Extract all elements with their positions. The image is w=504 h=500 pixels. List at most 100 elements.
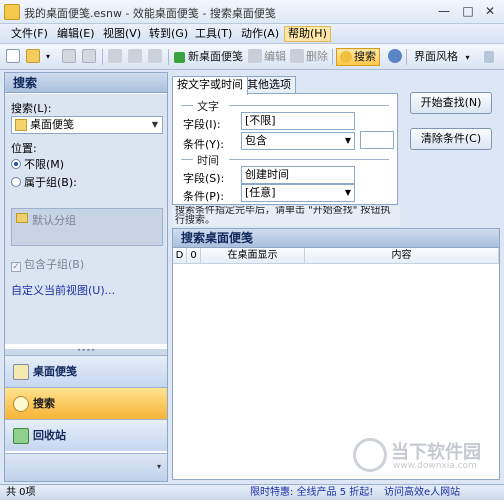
condition-panel: 文字 字段(I): [不限] 条件(Y): 包含 ▼ 时间 字段(S): 创建时…: [172, 93, 398, 205]
group-list[interactable]: 默认分组: [11, 208, 163, 246]
theme-label: 界面风格: [414, 50, 458, 63]
menu-file[interactable]: 文件(F): [8, 26, 51, 42]
new-note-label: 新桌面便笺: [188, 50, 243, 63]
toolbar-separator: [168, 49, 169, 65]
search-hint: 搜索条件指定完毕后，请单击 "开始查找" 按钮执行搜索。: [172, 206, 400, 226]
nav-search-label: 搜索: [33, 397, 55, 410]
app-icon: [4, 4, 20, 20]
column-content[interactable]: 内容: [305, 248, 499, 264]
delete-x-icon: [290, 49, 304, 63]
new-note-button[interactable]: 新桌面便笺: [174, 48, 243, 66]
radio-unlimited-label: 不限(M): [24, 158, 65, 171]
edit-label: 编辑: [264, 50, 286, 63]
radio-selected-icon: [11, 159, 21, 169]
time-field-input[interactable]: 创建时间: [241, 166, 355, 184]
section-divider: [229, 159, 389, 160]
notes-icon: [13, 364, 29, 380]
plus-icon: [174, 52, 185, 63]
status-bar: 共 0项 限时特惠: 全线产品 5 折起! 访问高效e人网站: [0, 484, 504, 500]
menu-bar: 文件(F) 编辑(E) 视图(V) 转到(G) 工具(T) 动作(A) 帮助(H…: [0, 24, 504, 44]
time-condition-label: 条件(P):: [183, 190, 224, 203]
open-folder-icon[interactable]: [26, 48, 42, 66]
chevron-down-icon: ▼: [151, 120, 158, 129]
open-dropdown-arrow[interactable]: ▾: [46, 48, 50, 66]
column-attachment-icon[interactable]: 0: [187, 248, 201, 264]
search-scope-value: 桌面便笺: [30, 118, 74, 131]
results-grid[interactable]: D 0 在桌面显示 内容 当下软件园 www.downxia.com: [172, 248, 500, 480]
text-condition-label: 条件(Y):: [183, 138, 225, 151]
include-subgroups-checkbox[interactable]: ✓ 包含子组(B): [11, 256, 84, 272]
toolbar-separator: [102, 49, 103, 65]
menu-goto[interactable]: 转到(G): [146, 26, 191, 42]
text-condition-select[interactable]: 包含 ▼: [241, 132, 355, 150]
section-divider: [181, 105, 193, 106]
visit-website-link[interactable]: 访问高效e人网站: [384, 485, 460, 500]
nav-desktop-notes[interactable]: 桌面便笺: [5, 355, 167, 387]
time-condition-select[interactable]: [任意] ▼: [241, 184, 355, 202]
maximize-button[interactable]: □: [456, 2, 480, 20]
text-field-value: [不限]: [245, 114, 276, 127]
tab-other-options[interactable]: 其他选项: [242, 76, 296, 94]
time-condition-value: [任意]: [245, 186, 276, 199]
time-field-label: 字段(S):: [183, 172, 225, 185]
search-main: 按文字或时间 其他选项 文字 字段(I): [不限] 条件(Y): 包含 ▼ 时…: [172, 72, 500, 482]
close-button[interactable]: ✕: [478, 2, 502, 20]
toolbar: ▾ 新桌面便笺 编辑 删除 搜索 界面风格 ▾: [0, 44, 504, 70]
watermark-logo-icon: [353, 438, 387, 472]
search-button[interactable]: 搜索: [336, 48, 380, 66]
group-default-item[interactable]: 默认分组: [32, 214, 76, 227]
text-field-input[interactable]: [不限]: [241, 112, 355, 130]
print-preview-icon: [82, 48, 98, 66]
section-divider: [229, 105, 389, 106]
nav-more-icon[interactable]: ▾: [157, 462, 161, 471]
search-scope-panel: 搜索(L): 桌面便笺 ▼ 位置: 不限(M) 属于组(B): 默认分组 ✓ 包含…: [5, 94, 167, 344]
time-field-value: 创建时间: [245, 168, 289, 181]
radio-in-group[interactable]: 属于组(B):: [11, 174, 77, 190]
nav-recycle-bin[interactable]: 回收站: [5, 419, 167, 451]
menu-view[interactable]: 视图(V): [100, 26, 144, 42]
menu-edit[interactable]: 编辑(E): [54, 26, 98, 42]
include-subgroups-label: 包含子组(B): [24, 258, 85, 271]
left-pane: 搜索 搜索(L): 桌面便笺 ▼ 位置: 不限(M) 属于组(B): 默认分组 …: [4, 72, 168, 482]
cut-icon: [108, 48, 124, 66]
search-scope-select[interactable]: 桌面便笺 ▼: [11, 116, 163, 134]
radio-unlimited[interactable]: 不限(M): [11, 156, 64, 172]
radio-empty-icon: [11, 177, 21, 187]
help-icon[interactable]: [388, 48, 404, 66]
recycle-icon: [13, 428, 29, 444]
menu-actions[interactable]: 动作(A): [238, 26, 282, 42]
minimize-button[interactable]: —: [432, 2, 456, 20]
delete-label: 删除: [306, 50, 328, 63]
column-show-on-desktop[interactable]: 在桌面显示: [201, 248, 305, 264]
toolbar-separator: [332, 49, 333, 65]
watermark-en: www.downxia.com: [393, 461, 477, 471]
edit-button: 编辑: [248, 48, 286, 66]
column-doc-icon[interactable]: D: [173, 248, 187, 264]
print-icon: [62, 48, 78, 66]
promo-text: 全线产品 5 折起!: [296, 487, 374, 498]
clear-conditions-button[interactable]: 清除条件(C): [410, 128, 492, 150]
menu-help[interactable]: 帮助(H): [284, 26, 331, 42]
section-divider: [181, 159, 193, 160]
promo-link[interactable]: 限时特惠: 全线产品 5 折起!: [250, 485, 373, 500]
menu-tools[interactable]: 工具(T): [192, 26, 235, 42]
position-label: 位置:: [11, 142, 37, 155]
paste-icon: [148, 48, 164, 66]
pencil-icon: [248, 49, 262, 63]
item-count: 共 0项: [6, 487, 36, 498]
start-search-button[interactable]: 开始查找(N): [410, 92, 492, 114]
copy-icon: [128, 48, 144, 66]
theme-dropdown[interactable]: 界面风格 ▾: [414, 48, 470, 66]
tab-text-or-time[interactable]: 按文字或时间: [172, 76, 248, 95]
new-file-icon[interactable]: [6, 48, 22, 66]
custom-view-link[interactable]: 自定义当前视图(U)...: [11, 282, 115, 298]
magnifier-icon: [340, 51, 352, 63]
text-keyword-input[interactable]: [360, 131, 394, 149]
title-bar: 我的桌面便笺.esnw - 效能桌面便笺 - 搜索桌面便笺 — □ ✕: [0, 0, 504, 24]
toolbar-overflow-icon[interactable]: [484, 48, 496, 66]
nav-recycle-bin-label: 回收站: [33, 429, 66, 442]
delete-button: 删除: [290, 48, 328, 66]
chevron-down-icon: ▼: [344, 136, 351, 145]
text-condition-value: 包含: [245, 134, 267, 147]
nav-search[interactable]: 搜索: [5, 387, 167, 419]
